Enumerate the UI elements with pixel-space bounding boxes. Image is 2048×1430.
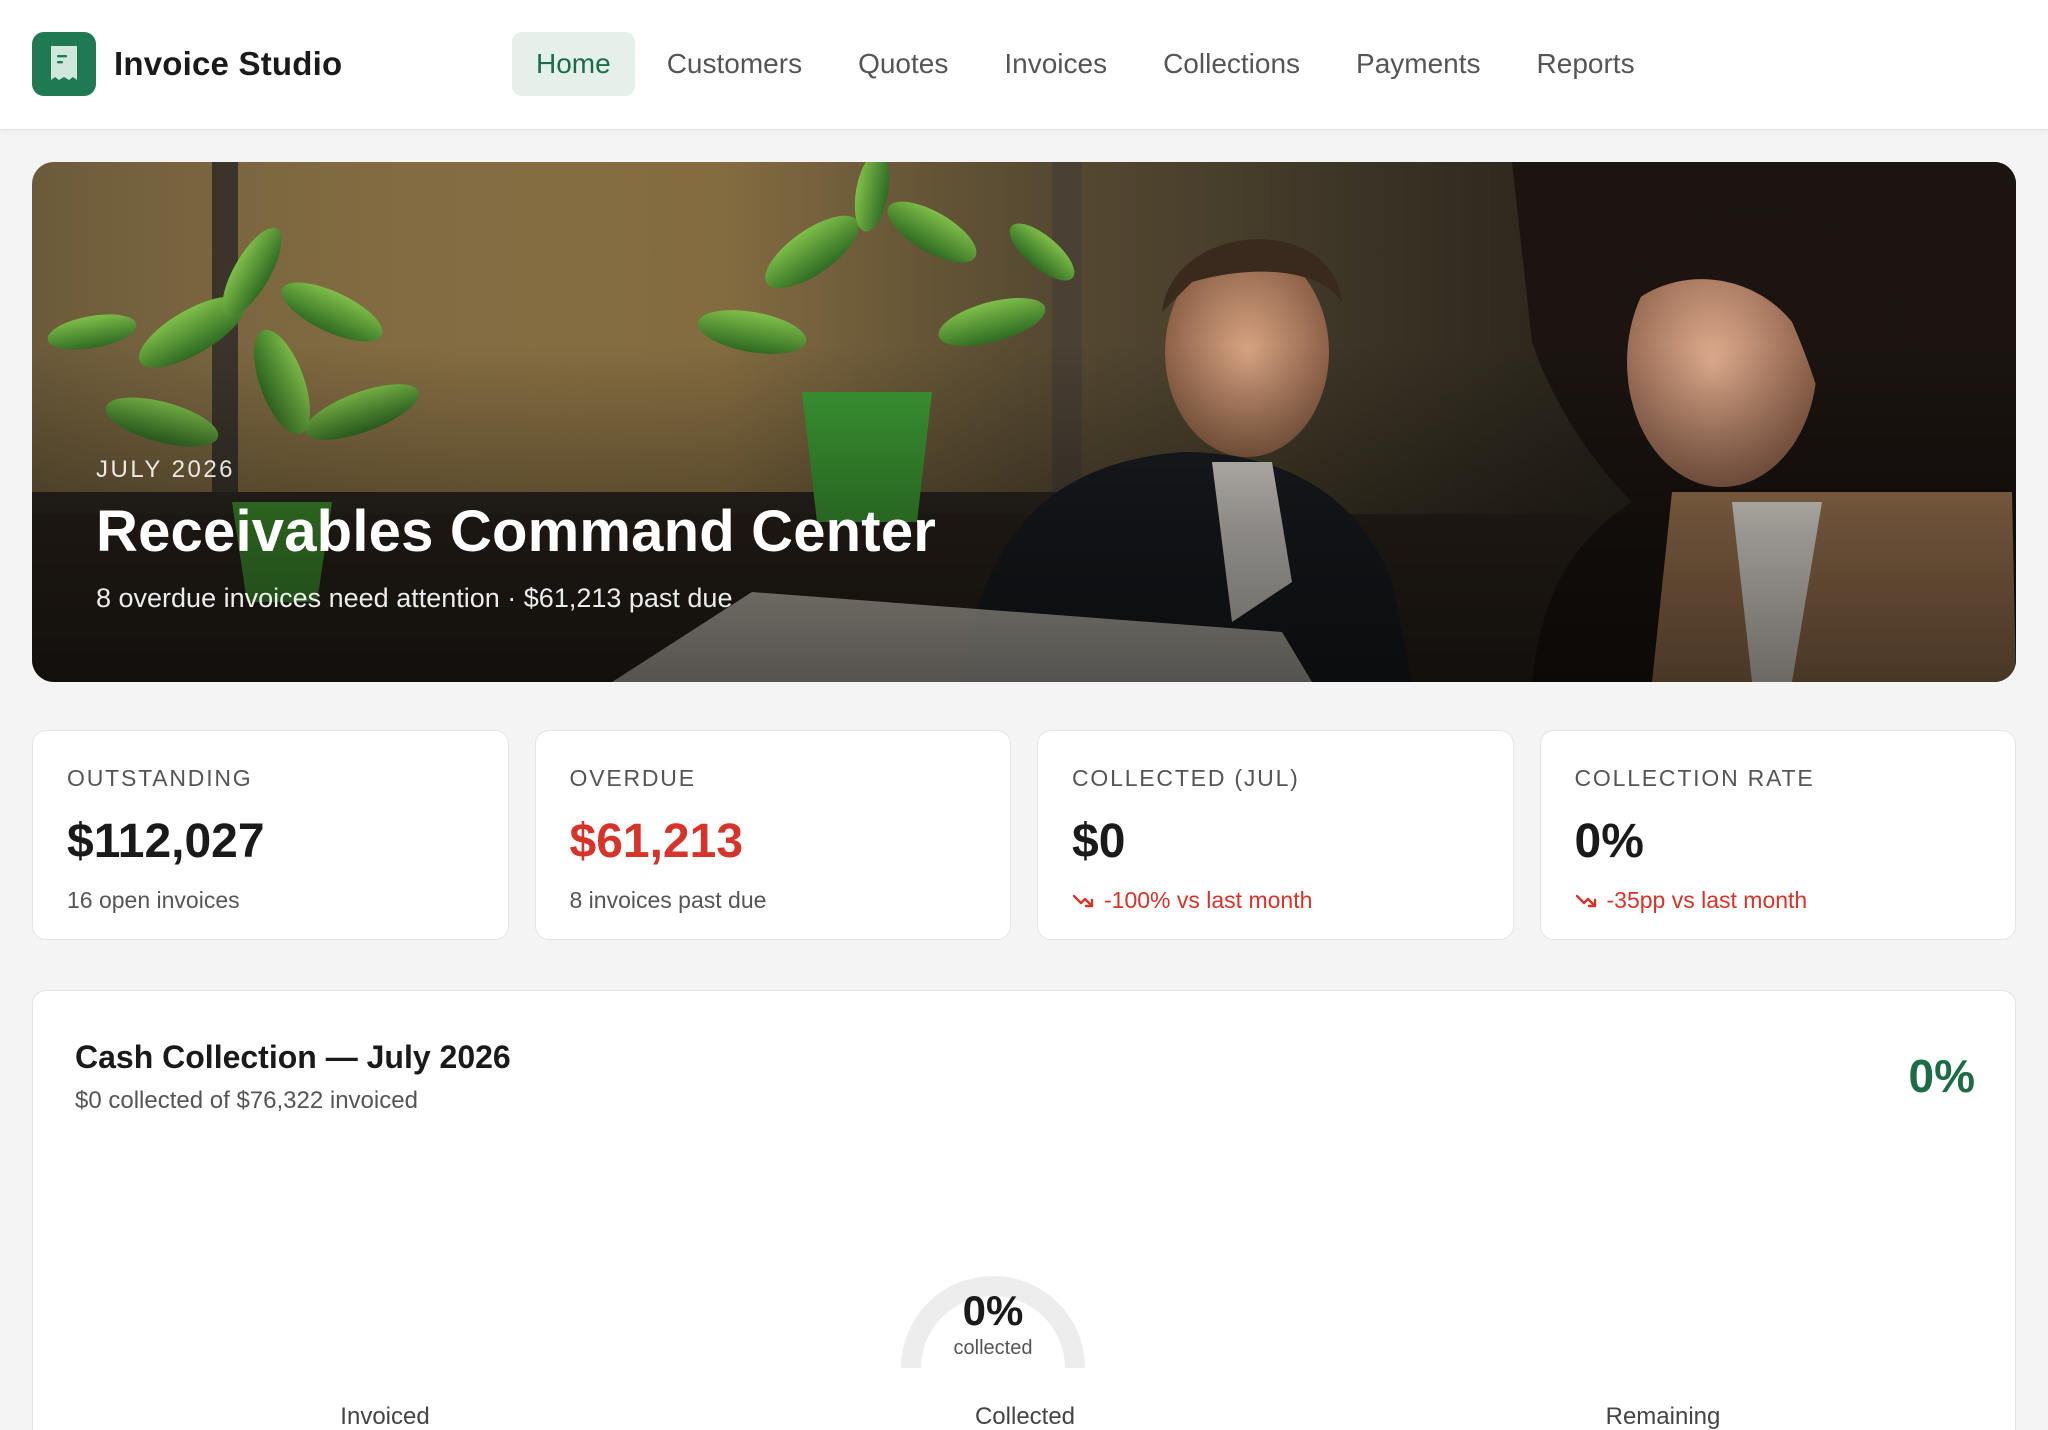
nav-collections[interactable]: Collections [1139, 32, 1324, 96]
hero-banner: JULY 2026 Receivables Command Center 8 o… [32, 162, 2016, 682]
nav-invoices[interactable]: Invoices [980, 32, 1131, 96]
hero-text: JULY 2026 Receivables Command Center 8 o… [96, 456, 936, 614]
legend-collected: Collected [974, 1403, 1076, 1430]
brand[interactable]: Invoice Studio [32, 32, 342, 96]
kpi-trend-text: -100% vs last month [1104, 887, 1313, 913]
kpi-cards: OUTSTANDING $112,027 16 open invoices OV… [32, 730, 2016, 940]
app-name: Invoice Studio [114, 45, 343, 82]
kpi-outstanding[interactable]: OUTSTANDING $112,027 16 open invoices [32, 730, 509, 940]
legend-remaining: Remaining [1605, 1403, 1721, 1430]
legend-invoiced: Invoiced [340, 1403, 430, 1430]
kpi-value: $112,027 [67, 815, 265, 868]
hero-title: Receivables Command Center [96, 499, 937, 564]
nav-customers[interactable]: Customers [643, 32, 826, 96]
main-nav: Home Customers Quotes Invoices Collectio… [512, 32, 1659, 96]
kpi-trend: -35pp vs last month [1575, 887, 1982, 914]
panel-title: Cash Collection — July 2026 [75, 1039, 511, 1075]
kpi-label: COLLECTED (JUL) [1072, 765, 1300, 791]
nav-quotes[interactable]: Quotes [834, 32, 972, 96]
kpi-collected[interactable]: COLLECTED (JUL) $0 -100% vs last month [1037, 730, 1514, 940]
panel-subtitle: $0 collected of $76,322 invoiced [75, 1087, 418, 1114]
kpi-collection-rate[interactable]: COLLECTION RATE 0% -35pp vs last month [1539, 730, 2016, 940]
collection-rate-value: 0% [1908, 1050, 1975, 1102]
cash-collection-panel: Cash Collection — July 2026 $0 collected… [32, 990, 2016, 1430]
kpi-trend: -100% vs last month [1072, 887, 1479, 914]
trending-down-icon [1575, 892, 1599, 910]
receipt-icon [32, 32, 96, 96]
kpi-subtext: 16 open invoices [67, 887, 240, 913]
kpi-subtext: 8 invoices past due [569, 887, 767, 913]
kpi-label: COLLECTION RATE [1574, 765, 1815, 791]
kpi-overdue[interactable]: OVERDUE $61,213 8 invoices past due [534, 730, 1011, 940]
hero-subtitle: 8 overdue invoices need attention · $61,… [96, 583, 733, 613]
nav-reports[interactable]: Reports [1513, 32, 1659, 96]
gauge-value: 0% [962, 1287, 1024, 1334]
hero-period: JULY 2026 [96, 456, 236, 483]
trending-down-icon [1072, 892, 1096, 910]
kpi-value: $61,213 [569, 815, 744, 868]
gauge-caption: collected [953, 1337, 1033, 1359]
top-navigation-bar: Invoice Studio Home Customers Quotes Inv… [0, 0, 2048, 130]
nav-home[interactable]: Home [512, 32, 635, 96]
nav-payments[interactable]: Payments [1332, 32, 1505, 96]
kpi-label: OVERDUE [569, 765, 696, 791]
kpi-label: OUTSTANDING [67, 765, 253, 791]
kpi-value: 0% [1574, 815, 1644, 868]
kpi-value: $0 [1072, 815, 1126, 868]
kpi-trend-text: -35pp vs last month [1606, 887, 1808, 913]
